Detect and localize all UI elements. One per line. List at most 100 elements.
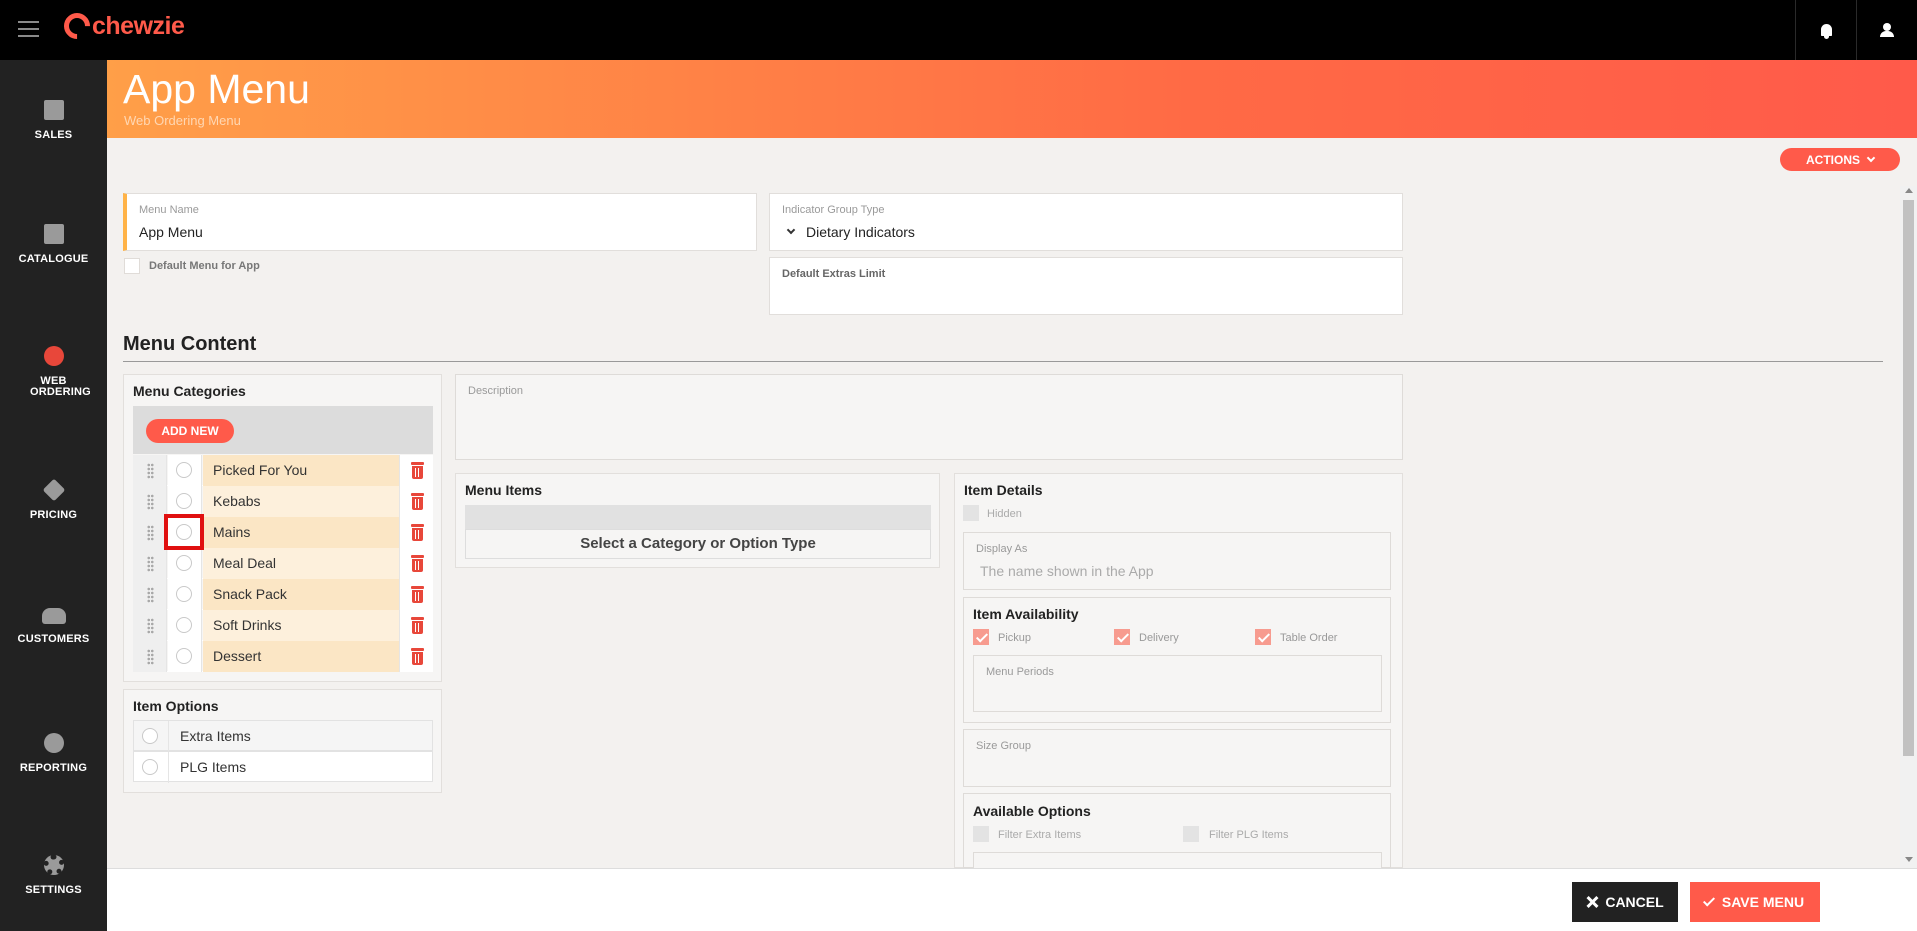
drag-handle-icon[interactable] <box>133 548 167 579</box>
book-icon <box>43 224 64 244</box>
gear-icon <box>43 855 64 875</box>
menu-items-toolbar <box>465 505 931 529</box>
sidebar-item-reporting[interactable]: REPORTING <box>0 733 107 774</box>
size-group-field[interactable]: Size Group <box>963 729 1391 787</box>
default-extras-limit-label: Default Extras Limit <box>782 268 886 280</box>
default-extras-limit-field[interactable]: Default Extras Limit <box>769 257 1403 315</box>
delete-category-button[interactable] <box>399 548 433 579</box>
save-menu-button[interactable]: SAVE MENU <box>1690 882 1820 922</box>
pickup-checkbox[interactable] <box>973 629 989 645</box>
delete-category-button[interactable] <box>399 486 433 517</box>
menu-periods-label: Menu Periods <box>986 666 1054 678</box>
add-new-category-button[interactable]: ADD NEW <box>146 419 234 443</box>
user-account-button[interactable] <box>1856 0 1917 60</box>
table-order-checkbox[interactable] <box>1255 629 1271 645</box>
drag-handle-icon[interactable] <box>133 517 167 548</box>
sidebar-item-label: WEB ORDERING <box>30 375 91 398</box>
category-row[interactable]: Dessert <box>133 641 433 672</box>
menu-name-label: Menu Name <box>139 204 199 216</box>
chewzie-logo[interactable]: chewzie <box>58 7 185 45</box>
delivery-label: Delivery <box>1139 632 1179 644</box>
default-menu-checkbox[interactable] <box>124 258 140 274</box>
sidebar-item-pricing[interactable]: PRICING <box>0 478 107 521</box>
filter-plg-items-checkbox[interactable] <box>1183 826 1199 842</box>
delete-category-button[interactable] <box>399 641 433 672</box>
scroll-down-arrow-icon[interactable] <box>1905 857 1913 862</box>
filter-tags-field[interactable] <box>973 852 1382 868</box>
display-as-field[interactable]: Display As The name shown in the App <box>963 532 1391 590</box>
page-header: App Menu Web Ordering Menu <box>107 60 1917 138</box>
pickup-label: Pickup <box>998 632 1032 644</box>
delete-category-button[interactable] <box>399 610 433 641</box>
menu-content-title: Menu Content <box>123 333 257 355</box>
category-radio[interactable] <box>176 586 192 602</box>
pie-chart-icon <box>43 733 64 753</box>
scroll-up-arrow-icon[interactable] <box>1905 188 1913 193</box>
save-menu-label: SAVE MENU <box>1721 894 1805 910</box>
drag-handle-icon[interactable] <box>133 486 167 517</box>
cancel-button[interactable]: CANCEL <box>1572 882 1678 922</box>
trash-icon <box>411 462 424 479</box>
sidebar-item-settings[interactable]: SETTINGS <box>0 855 107 896</box>
option-type-name: PLG Items <box>180 759 247 775</box>
sidebar-item-label: CUSTOMERS <box>17 633 90 645</box>
categories-toolbar: ADD NEW <box>133 406 433 454</box>
category-row[interactable]: Soft Drinks <box>133 610 433 641</box>
category-radio[interactable] <box>176 493 192 509</box>
drag-handle-icon[interactable] <box>133 455 167 486</box>
indicator-group-select[interactable]: Indicator Group Type Dietary Indicators <box>769 193 1403 251</box>
check-icon <box>1702 893 1715 907</box>
drag-handle-icon[interactable] <box>133 610 167 641</box>
filter-extra-items-checkbox[interactable] <box>973 826 989 842</box>
category-row[interactable]: Snack Pack <box>133 579 433 610</box>
item-options-title: Item Options <box>133 698 219 714</box>
sidebar-item-label: CATALOGUE <box>18 253 89 265</box>
item-details-title: Item Details <box>964 482 1043 498</box>
delete-category-button[interactable] <box>399 455 433 486</box>
notifications-button[interactable] <box>1795 0 1856 60</box>
menu-periods-field[interactable]: Menu Periods <box>973 655 1382 712</box>
sidebar-item-sales[interactable]: SALES <box>0 100 107 141</box>
category-row[interactable]: Meal Deal <box>133 548 433 579</box>
drag-handle-icon[interactable] <box>133 579 167 610</box>
option-type-row[interactable]: PLG Items <box>133 751 433 783</box>
chevron-down-icon <box>786 225 796 235</box>
category-name: Kebabs <box>203 486 399 517</box>
page-title: App Menu <box>123 66 310 112</box>
delete-category-button[interactable] <box>399 579 433 610</box>
option-type-row[interactable]: Extra Items <box>133 720 433 752</box>
option-type-name: Extra Items <box>180 728 251 744</box>
category-row[interactable]: Kebabs <box>133 486 433 517</box>
category-radio[interactable] <box>176 617 192 633</box>
menu-name-value: App Menu <box>139 224 203 240</box>
sidebar-item-web-ordering[interactable]: WEB ORDERING <box>0 346 107 398</box>
category-name: Snack Pack <box>203 579 399 610</box>
sidebar-item-catalogue[interactable]: CATALOGUE <box>0 224 107 265</box>
category-radio[interactable] <box>176 648 192 664</box>
hidden-checkbox[interactable] <box>963 505 979 521</box>
category-radio[interactable] <box>176 462 192 478</box>
logo-mark-icon <box>58 7 96 45</box>
sidebar-item-label: SETTINGS <box>25 884 82 896</box>
drag-handle-icon[interactable] <box>133 641 167 672</box>
sidebar-item-customers[interactable]: CUSTOMERS <box>0 608 107 645</box>
menu-categories-title: Menu Categories <box>133 383 246 399</box>
hamburger-menu-icon[interactable] <box>18 21 39 37</box>
category-row[interactable]: Picked For You <box>133 455 433 486</box>
filter-extra-items-label: Filter Extra Items <box>998 829 1082 841</box>
category-radio[interactable] <box>176 555 192 571</box>
trash-icon <box>411 493 424 510</box>
cancel-label: CANCEL <box>1605 894 1664 910</box>
option-type-radio[interactable] <box>142 759 158 775</box>
actions-label: ACTIONS <box>1806 152 1860 167</box>
delete-category-button[interactable] <box>399 517 433 548</box>
actions-dropdown-button[interactable]: ACTIONS <box>1780 148 1900 171</box>
delivery-checkbox[interactable] <box>1114 629 1130 645</box>
option-type-radio[interactable] <box>142 728 158 744</box>
sidebar-item-label: PRICING <box>29 509 78 521</box>
description-field[interactable]: Description <box>455 374 1403 460</box>
selection-highlight-box <box>164 514 204 550</box>
menu-name-field[interactable]: Menu Name App Menu <box>123 193 757 251</box>
default-menu-label: Default Menu for App <box>149 260 260 272</box>
scrollbar-thumb[interactable] <box>1903 200 1914 756</box>
